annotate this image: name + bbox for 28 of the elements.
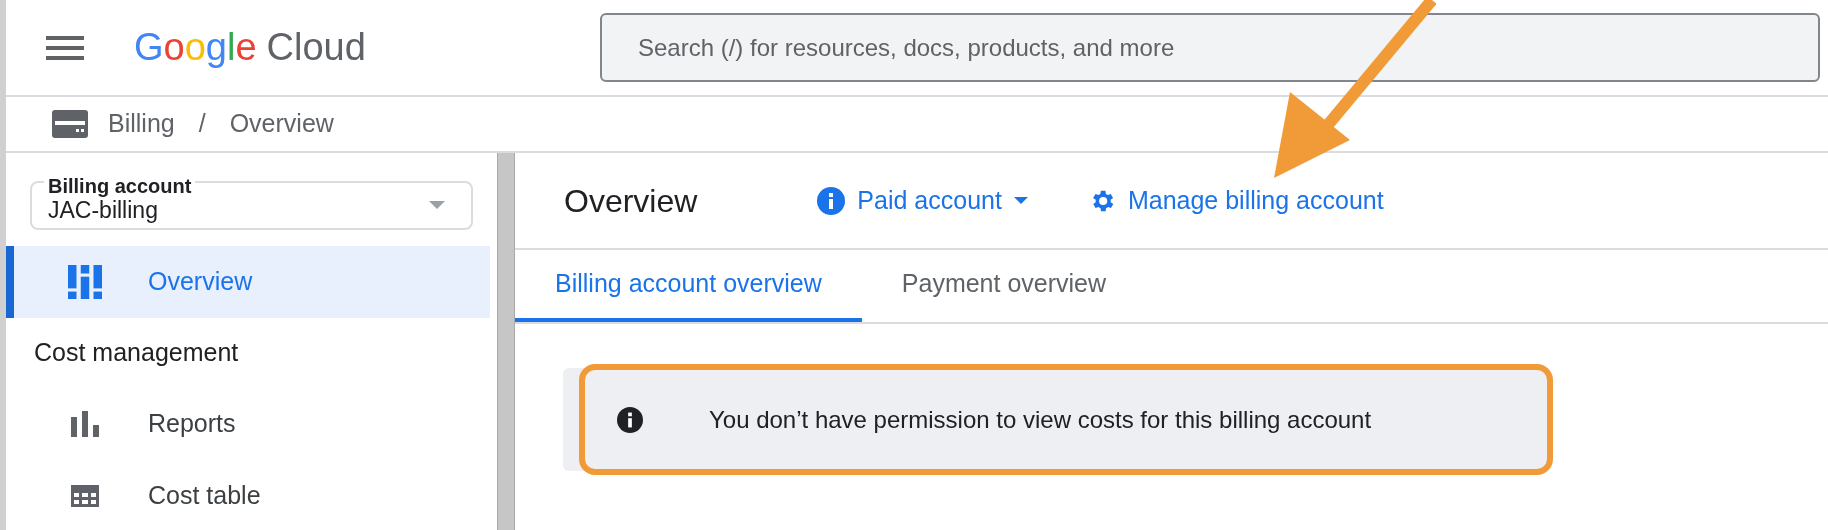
nav-item[interactable]: Overview — [6, 245, 490, 318]
menu-icon[interactable] — [46, 33, 84, 62]
notice-text: You don’t have permission to view costs for this billing account — [709, 404, 1372, 435]
nav-item[interactable]: Cost table — [6, 459, 490, 530]
breadcrumb-separator: / — [198, 108, 206, 140]
nav-item[interactable]: Reports — [6, 387, 490, 460]
dashboard-icon — [68, 264, 102, 299]
bar-chart-icon — [71, 410, 99, 437]
info-icon — [617, 406, 643, 433]
search-field[interactable]: Search (/) for resources, docs, products, and more — [600, 13, 1820, 82]
paid-account-button[interactable]: Paid account — [817, 181, 1028, 220]
breadcrumb-item[interactable]: Overview — [229, 105, 334, 143]
dropdown-caret-icon — [429, 201, 445, 210]
manage-billing-link[interactable]: Manage billing account — [1087, 181, 1384, 220]
breadcrumb-item[interactable]: Billing — [108, 105, 175, 143]
logo-product: Cloud — [266, 25, 366, 70]
tab[interactable]: Billing account overview — [515, 250, 862, 322]
tab[interactable]: Payment overview — [861, 250, 1147, 322]
logo-brand: Google — [134, 25, 257, 70]
select-value: JAC-billing — [48, 197, 158, 225]
credit-card-icon — [52, 110, 88, 138]
table-icon — [71, 484, 99, 507]
page-title: Overview — [564, 181, 698, 221]
scrollbar[interactable] — [497, 153, 515, 530]
info-icon — [817, 186, 846, 215]
select-label: Billing account — [44, 175, 196, 197]
caret-icon — [1013, 197, 1028, 204]
nav-section-heading: Cost management — [33, 336, 240, 368]
